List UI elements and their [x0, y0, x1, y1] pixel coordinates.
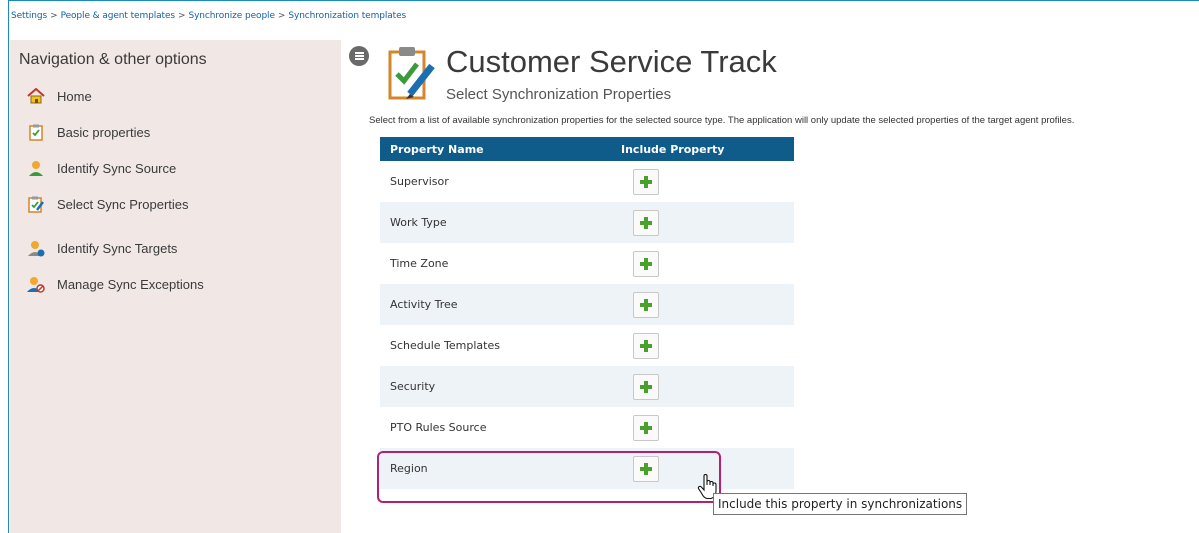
sidebar-item-label: Select Sync Properties: [57, 196, 189, 212]
include-property-button[interactable]: [633, 414, 659, 441]
breadcrumb-settings[interactable]: Settings: [11, 11, 47, 21]
plus-icon: [640, 257, 652, 270]
property-name: PTO Rules Source: [390, 421, 487, 434]
person-icon: [27, 159, 45, 177]
include-property-button[interactable]: [633, 209, 659, 236]
plus-icon: [640, 339, 652, 352]
table-row: Region: [380, 448, 794, 489]
plus-icon: [640, 298, 652, 311]
table-row: Supervisor: [380, 161, 794, 202]
include-property-button[interactable]: [633, 332, 659, 359]
sidebar-item-label: Home: [57, 88, 92, 104]
sidebar-item-manage-sync-exceptions[interactable]: Manage Sync Exceptions: [27, 272, 204, 296]
page-description: Select from a list of available synchron…: [369, 115, 1075, 126]
table-header: Property Name Include Property: [380, 137, 794, 161]
column-header-include-property: Include Property: [621, 142, 725, 156]
property-name: Schedule Templates: [390, 339, 500, 352]
properties-table: Property Name Include Property Superviso…: [380, 137, 794, 489]
table-row: Security: [380, 366, 794, 407]
page-title: Customer Service Track: [446, 44, 777, 79]
sidebar-item-label: Basic properties: [57, 124, 151, 140]
sidebar-item-identify-sync-source[interactable]: Identify Sync Source: [27, 156, 176, 180]
table-row: Time Zone: [380, 243, 794, 284]
sidebar-item-home[interactable]: Home: [27, 84, 92, 108]
menu-toggle-button[interactable]: [349, 46, 369, 66]
breadcrumb-people-agent-templates[interactable]: People & agent templates: [61, 11, 176, 21]
clipboard-check-icon: [27, 123, 45, 141]
sidebar-item-label: Manage Sync Exceptions: [57, 276, 204, 292]
table-row: Activity Tree: [380, 284, 794, 325]
breadcrumb-separator: >: [178, 11, 186, 21]
plus-icon: [640, 216, 652, 229]
include-property-button[interactable]: [633, 455, 659, 482]
include-property-button[interactable]: [633, 168, 659, 195]
hamburger-icon: [354, 51, 364, 61]
table-row: PTO Rules Source: [380, 407, 794, 448]
include-property-button[interactable]: [633, 291, 659, 318]
person-block-icon: [27, 275, 45, 293]
property-name: Supervisor: [390, 175, 449, 188]
person-target-icon: [27, 239, 45, 257]
page-subtitle: Select Synchronization Properties: [446, 86, 672, 103]
table-row: Schedule Templates: [380, 325, 794, 366]
include-property-button[interactable]: [633, 250, 659, 277]
sidebar-item-select-sync-properties[interactable]: Select Sync Properties: [27, 192, 189, 216]
property-name: Region: [390, 462, 428, 475]
property-name: Work Type: [390, 216, 447, 229]
property-name: Security: [390, 380, 436, 393]
sidebar-item-label: Identify Sync Source: [57, 160, 177, 176]
breadcrumb-synchronization-templates[interactable]: Synchronization templates: [288, 11, 406, 21]
breadcrumb-separator: >: [277, 11, 286, 21]
sidebar-item-label: Identify Sync Targets: [57, 240, 178, 256]
sidebar: Navigation & other options Home Basic pr…: [10, 40, 341, 533]
property-name: Activity Tree: [390, 298, 458, 311]
column-header-property-name: Property Name: [390, 142, 484, 156]
sidebar-item-basic-properties[interactable]: Basic properties: [27, 120, 150, 144]
plus-icon: [640, 462, 652, 475]
breadcrumb: Settings > People & agent templates > Synchr…: [11, 11, 406, 21]
tooltip: Include this property in synchronization…: [713, 493, 968, 515]
breadcrumb-separator: >: [50, 11, 58, 21]
home-icon: [27, 87, 45, 105]
table-body: Supervisor Work Type Time Zone Activity …: [380, 161, 794, 489]
sidebar-item-identify-sync-targets[interactable]: Identify Sync Targets: [27, 236, 177, 260]
plus-icon: [640, 380, 652, 393]
plus-icon: [640, 421, 652, 434]
table-row: Work Type: [380, 202, 794, 243]
breadcrumb-synchronize-people[interactable]: Synchronize people: [188, 11, 275, 21]
clipboard-edit-icon: [386, 44, 438, 104]
include-property-button[interactable]: [633, 373, 659, 400]
plus-icon: [640, 175, 652, 188]
clipboard-edit-icon: [27, 195, 45, 213]
sidebar-title: Navigation & other options: [19, 51, 207, 68]
property-name: Time Zone: [390, 257, 449, 270]
